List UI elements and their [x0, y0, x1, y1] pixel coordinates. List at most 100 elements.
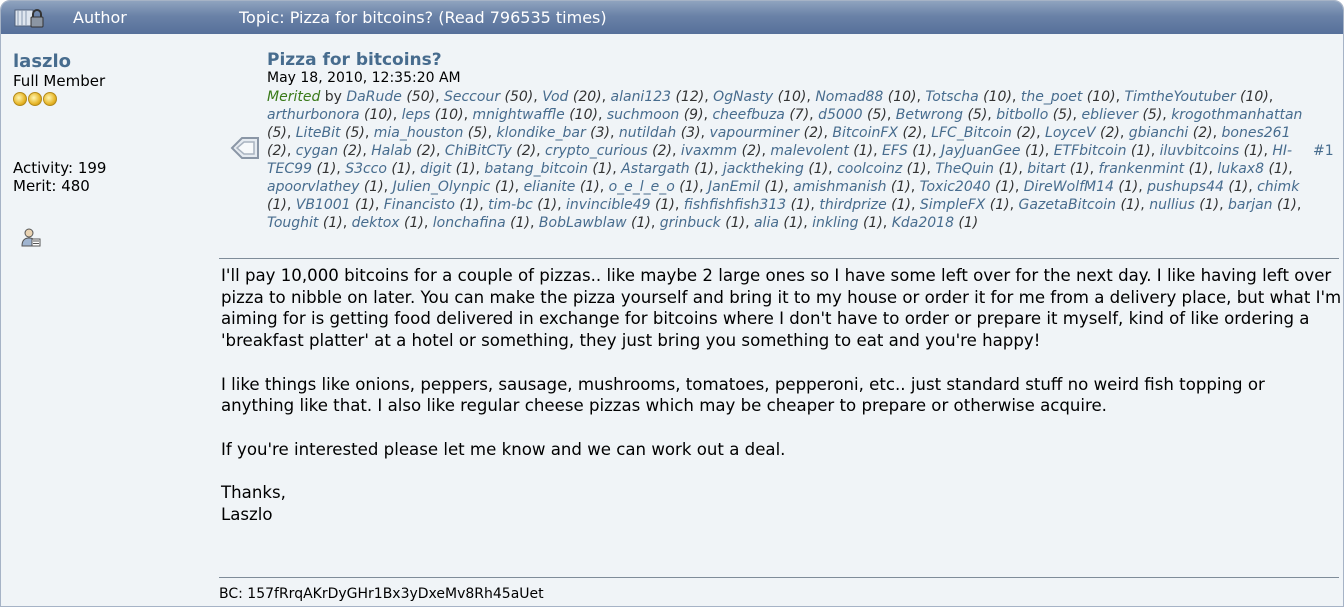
signature-divider — [219, 577, 1339, 578]
merit-user-link[interactable]: S3cco — [345, 161, 387, 177]
merit-count: (1) — [454, 197, 480, 213]
merit-count: (3) — [585, 125, 610, 141]
merit-user-link[interactable]: Vod — [542, 89, 568, 105]
merit-user-link[interactable]: digit — [420, 161, 451, 177]
merit-count: (9) — [679, 107, 704, 123]
merit-count: (1) — [650, 197, 675, 213]
merit-user-link[interactable]: suchmoon — [607, 107, 679, 123]
merit-user-link[interactable]: DaRude — [346, 89, 401, 105]
merit-count: (2) — [1188, 125, 1213, 141]
merit-user-link[interactable]: ebliever — [1081, 107, 1138, 123]
merit-user-link[interactable]: ChiBitCTy — [445, 143, 512, 159]
merit-user-link[interactable]: d5000 — [818, 107, 863, 123]
merit-user-link[interactable]: cheefbuza — [712, 107, 784, 123]
merit-count: (1) — [1065, 161, 1090, 177]
merit-user-link[interactable]: GazetaBitcoin — [1019, 197, 1116, 213]
post-subject-link[interactable]: Pizza for bitcoins? — [267, 50, 442, 70]
merit-user-link[interactable]: pushups44 — [1147, 179, 1224, 195]
merit-user-link[interactable]: malevolent — [770, 143, 848, 159]
merit-count: (10) — [1235, 89, 1269, 105]
merit-user-link[interactable]: klondike_bar — [497, 125, 586, 141]
merit-user-link[interactable]: arthurbonora — [267, 107, 360, 123]
merit-user-link[interactable]: elianite — [524, 179, 576, 195]
merit-user-link[interactable]: iluvbitcoins — [1160, 143, 1240, 159]
merit-user-link[interactable]: frankenmint — [1099, 161, 1185, 177]
merit-user-link[interactable]: o_e_l_e_o — [609, 179, 675, 195]
merit-user-link[interactable]: TheQuin — [935, 161, 994, 177]
merit-user-link[interactable]: bitbollo — [996, 107, 1048, 123]
merit-user-link[interactable]: EFS — [882, 143, 908, 159]
merit-user-link[interactable]: LiteBit — [296, 125, 341, 141]
merit-user-link[interactable]: JanEmil — [708, 179, 760, 195]
merit-user-link[interactable]: lonchafina — [433, 215, 506, 231]
merit-user-link[interactable]: Betwrong — [896, 107, 963, 123]
merit-user-link[interactable]: Totscha — [925, 89, 978, 105]
merit-user-link[interactable]: jacktheking — [723, 161, 804, 177]
merit-user-link[interactable]: the_poet — [1021, 89, 1083, 105]
merit-user-link[interactable]: Financisto — [384, 197, 455, 213]
topic-lock-icon — [14, 9, 44, 28]
merit-user-link[interactable]: VB1001 — [296, 197, 351, 213]
merit-user-link[interactable]: OgNasty — [713, 89, 773, 105]
merit-user-link[interactable]: Halab — [371, 143, 411, 159]
merit-count: (1) — [399, 215, 424, 231]
post-signoff: Laszlo — [221, 504, 273, 524]
merit-user-link[interactable]: Nomad88 — [815, 89, 883, 105]
merit-count: (10) — [1082, 89, 1116, 105]
merit-user-link[interactable]: bones261 — [1222, 125, 1291, 141]
merit-user-link[interactable]: krogothmanhattan — [1171, 107, 1302, 123]
merit-user-link[interactable]: alia — [754, 215, 779, 231]
merit-user-link[interactable]: Seccour — [444, 89, 500, 105]
merit-user-link[interactable]: BobLawblaw — [539, 215, 627, 231]
merit-user-link[interactable]: Julien_Olynpic — [393, 179, 491, 195]
merit-user-link[interactable]: alani123 — [611, 89, 672, 105]
merit-user-link[interactable]: vapourminer — [709, 125, 799, 141]
merit-user-link[interactable]: bitart — [1027, 161, 1065, 177]
merit-user-link[interactable]: amishmanish — [793, 179, 886, 195]
merit-count: (1) — [1020, 143, 1045, 159]
merit-user-link[interactable]: leps — [402, 107, 431, 123]
merit-user-link[interactable]: lukax8 — [1217, 161, 1264, 177]
merit-user-link[interactable]: mia_houston — [374, 125, 464, 141]
poster-name-link[interactable]: laszlo — [13, 52, 105, 71]
merit-user-link[interactable]: Astargath — [621, 161, 690, 177]
merit-user-link[interactable]: cygan — [296, 143, 338, 159]
merit-user-link[interactable]: chimk — [1257, 179, 1299, 195]
merit-user-link[interactable]: thirdprize — [819, 197, 886, 213]
merit-user-link[interactable]: nullius — [1149, 197, 1195, 213]
merit-count: (2) — [1011, 125, 1037, 141]
merit-user-link[interactable]: barjan — [1228, 197, 1273, 213]
merit-user-link[interactable]: Toxic2040 — [920, 179, 991, 195]
merit-user-link[interactable]: LFC_Bitcoin — [931, 125, 1012, 141]
merit-user-link[interactable]: LoyceV — [1045, 125, 1096, 141]
merit-count: (20) — [568, 89, 602, 105]
merit-count: (2) — [267, 143, 287, 159]
merit-user-link[interactable]: invincible49 — [566, 197, 651, 213]
merit-user-link[interactable]: crypto_curious — [545, 143, 648, 159]
profile-icon[interactable] — [21, 228, 41, 248]
merit-user-link[interactable]: JayJuanGee — [941, 143, 1021, 159]
merit-user-link[interactable]: Toughit — [267, 215, 318, 231]
post-number-link[interactable]: #1 — [1313, 143, 1334, 159]
merit-user-link[interactable]: ETFbitcoin — [1054, 143, 1127, 159]
merit-user-link[interactable]: tim-bc — [488, 197, 533, 213]
merit-user-link[interactable]: coolcoinz — [837, 161, 902, 177]
merit-user-link[interactable]: inkling — [812, 215, 858, 231]
merit-user-link[interactable]: BitcoinFX — [832, 125, 898, 141]
merit-user-link[interactable]: grinbuck — [660, 215, 721, 231]
merit-user-link[interactable]: SimpleFX — [920, 197, 985, 213]
merit-user-link[interactable]: gbianchi — [1129, 125, 1189, 141]
merit-user-link[interactable]: apoorvlathey — [267, 179, 359, 195]
poster-activity: Activity: 199 — [13, 159, 107, 177]
merit-user-link[interactable]: ivaxmm — [681, 143, 737, 159]
merit-user-link[interactable]: TimtheYoutuber — [1124, 89, 1235, 105]
merit-user-link[interactable]: Kda2018 — [892, 215, 954, 231]
merit-user-link[interactable]: nutildah — [619, 125, 676, 141]
merit-user-link[interactable]: mnightwaffle — [472, 107, 564, 123]
merit-user-link[interactable]: dektox — [352, 215, 400, 231]
merit-user-link[interactable]: batang_bitcoin — [484, 161, 588, 177]
merited-by-text: by — [324, 89, 342, 105]
merit-user-link[interactable]: fishfishfish313 — [684, 197, 786, 213]
merit-user-link[interactable]: DireWolfM14 — [1024, 179, 1114, 195]
merit-count: (1) — [803, 161, 829, 177]
